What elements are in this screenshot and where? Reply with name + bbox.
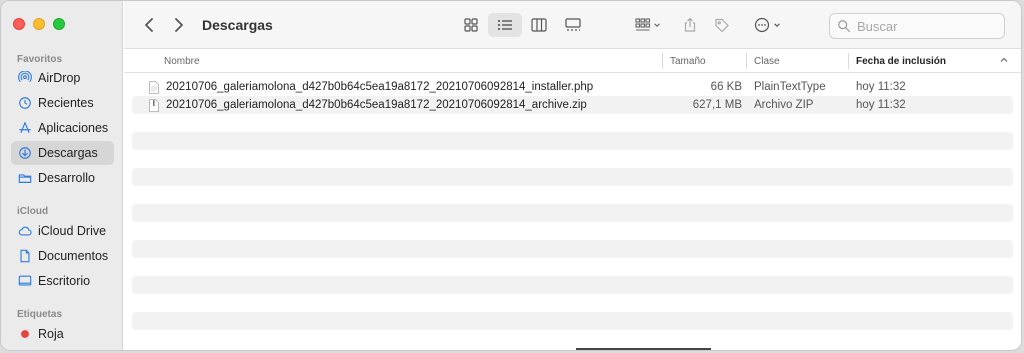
tag-icon [715, 18, 729, 33]
file-kind: Archivo ZIP [754, 99, 814, 111]
file-date-added: hoy 11:32 [856, 99, 906, 111]
empty-row [132, 204, 1013, 222]
gallery-view-button[interactable] [556, 13, 590, 37]
column-separator[interactable] [746, 53, 747, 69]
column-header-size[interactable]: Tamaño [670, 49, 706, 73]
folder-icon [17, 171, 32, 186]
tags-section-label: Etiquetas [17, 309, 63, 320]
sidebar-item-label: Descargas [38, 146, 98, 160]
file-kind: PlainTextType [754, 81, 826, 93]
file-name-cell: 20210706_galeriamolona_d427b0b64c5ea19a8… [149, 96, 587, 114]
sidebar-item-escritorio[interactable]: Escritorio [11, 269, 114, 293]
sidebar-item-descargas[interactable]: Descargas [11, 141, 114, 165]
columns-icon [531, 18, 547, 32]
file-size: 66 KB [710, 81, 742, 93]
icon-view-button[interactable] [454, 13, 488, 37]
column-view-button[interactable] [522, 13, 556, 37]
file-name: 20210706_galeriamolona_d427b0b64c5ea19a8… [166, 81, 594, 93]
download-icon [17, 146, 32, 161]
sidebar-item-label: Documentos [38, 249, 109, 263]
sidebar-item-label: AirDrop [38, 71, 81, 85]
sidebar: Favoritos AirDrop Recientes Aplicaciones… [1, 1, 123, 350]
forward-button[interactable] [169, 15, 189, 35]
sidebar-item-label: iCloud Drive [38, 224, 107, 238]
sidebar-item-label: Aplicaciones [38, 121, 109, 135]
empty-row [132, 168, 1013, 186]
empty-row [132, 276, 1013, 294]
search-field[interactable] [829, 13, 1005, 39]
column-header-date-added[interactable]: Fecha de inclusión [856, 49, 946, 73]
sidebar-item-aplicaciones[interactable]: Aplicaciones [11, 116, 114, 140]
sidebar-item-tag-roja[interactable]: Roja [11, 322, 114, 346]
table-row[interactable]: 20210706_galeriamolona_d427b0b64c5ea19a8… [132, 78, 1013, 96]
column-header-kind[interactable]: Clase [754, 49, 780, 73]
file-name: 20210706_galeriamolona_d427b0b64c5ea19a8… [166, 99, 587, 111]
path-bar-edge [576, 348, 711, 350]
finder-window: Favoritos AirDrop Recientes Aplicaciones… [0, 0, 1022, 351]
tags-button[interactable] [712, 13, 732, 37]
chevron-right-icon [175, 18, 183, 32]
sidebar-item-recientes[interactable]: Recientes [11, 91, 114, 115]
empty-row [132, 132, 1013, 150]
desktop-icon [17, 274, 32, 289]
sidebar-item-label: Desarrollo [38, 171, 95, 185]
sidebar-item-label: Escritorio [38, 274, 91, 288]
sidebar-item-label: Roja [38, 327, 64, 341]
share-button[interactable] [680, 13, 700, 37]
chevron-left-icon [145, 18, 153, 32]
cloud-icon [17, 224, 32, 239]
search-input[interactable] [857, 18, 997, 34]
chevron-down-icon [773, 23, 780, 27]
back-button[interactable] [139, 15, 159, 35]
window-title: Descargas [202, 17, 273, 33]
icloud-section-label: iCloud [17, 206, 49, 217]
airdrop-icon [17, 71, 32, 86]
table-row[interactable]: 20210706_galeriamolona_d427b0b64c5ea19a8… [132, 96, 1013, 114]
sidebar-item-documentos[interactable]: Documentos [11, 244, 114, 268]
toolbar: Descargas [124, 1, 1021, 49]
column-separator[interactable] [848, 53, 849, 69]
clock-icon [17, 96, 32, 111]
gallery-icon [565, 18, 581, 31]
red-tag-dot-icon [17, 327, 32, 342]
grid-icon [464, 18, 478, 32]
sidebar-item-icloud-drive[interactable]: iCloud Drive [11, 219, 114, 243]
minimize-button[interactable] [33, 18, 45, 30]
list-view-button[interactable] [488, 13, 522, 37]
sidebar-item-airdrop[interactable]: AirDrop [11, 66, 114, 90]
zoom-button[interactable] [53, 18, 65, 30]
column-header-name[interactable]: Nombre [164, 49, 200, 73]
file-date-added: hoy 11:32 [856, 81, 906, 93]
ellipsis-circle-icon [754, 17, 769, 33]
text-file-icon [149, 80, 159, 94]
window-controls [13, 18, 65, 30]
search-icon [838, 20, 851, 33]
file-size: 627,1 MB [692, 99, 742, 111]
favorites-section-label: Favoritos [17, 54, 63, 65]
list-icon [498, 20, 512, 30]
sidebar-item-desarrollo[interactable]: Desarrollo [11, 166, 114, 190]
file-list: 20210706_galeriamolona_d427b0b64c5ea19a8… [124, 73, 1021, 350]
share-icon [684, 17, 696, 32]
column-separator[interactable] [662, 53, 663, 69]
apps-icon [17, 121, 32, 136]
column-header-bar: Nombre Tamaño Clase Fecha de inclusión [124, 49, 1021, 73]
empty-row [132, 312, 1013, 330]
file-name-cell: 20210706_galeriamolona_d427b0b64c5ea19a8… [149, 78, 593, 96]
chevron-down-icon [654, 23, 660, 27]
sidebar-item-label: Recientes [38, 96, 94, 110]
close-button[interactable] [13, 18, 25, 30]
sort-ascending-icon[interactable] [999, 55, 1009, 65]
document-icon [17, 249, 32, 264]
group-icon [635, 18, 651, 31]
group-by-button[interactable] [630, 13, 666, 37]
more-actions-button[interactable] [750, 13, 784, 37]
empty-row [132, 240, 1013, 258]
zip-file-icon [149, 98, 159, 112]
